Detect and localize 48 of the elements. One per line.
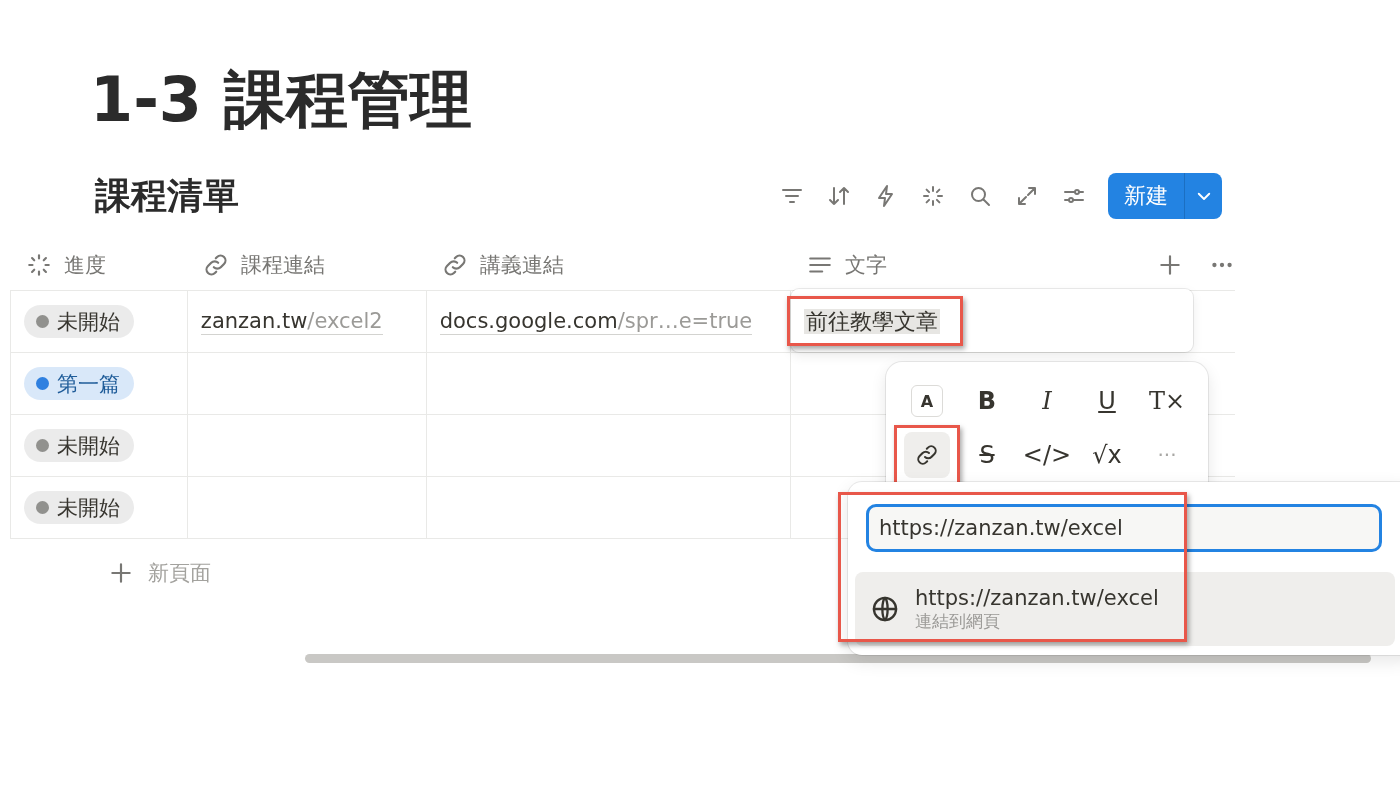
column-header[interactable]: 進度 [10, 240, 187, 290]
horizontal-scrollbar[interactable] [305, 654, 1371, 663]
search-icon[interactable] [968, 184, 992, 208]
status-tag[interactable]: 未開始 [24, 491, 134, 524]
url-link[interactable]: docs.google.com/spr…e=true [439, 308, 753, 335]
url-input-field[interactable]: https://zanzan.tw/excel [866, 504, 1382, 552]
column-header[interactable]: 課程連結 [187, 240, 426, 290]
plus-icon[interactable] [1157, 252, 1183, 278]
suggestion-caption: 連結到網頁 [915, 609, 1001, 633]
selected-text: 前往教學文章 [804, 308, 940, 334]
plus-icon [108, 560, 134, 586]
link-suggestion[interactable]: https://zanzan.tw/excel 連結到網頁 [855, 572, 1395, 646]
globe-icon [871, 595, 899, 623]
link-icon [203, 252, 229, 278]
text-color-button[interactable]: A [911, 385, 943, 417]
link-icon [442, 252, 468, 278]
status-icon [26, 252, 52, 278]
code-button[interactable]: </> [1024, 432, 1070, 478]
italic-button[interactable]: I [1024, 378, 1070, 424]
new-button-group[interactable]: 新建 [1108, 173, 1222, 219]
column-header[interactable]: 文字 [791, 240, 1235, 290]
status-tag[interactable]: 未開始 [24, 429, 134, 462]
link-icon [915, 443, 939, 467]
status-tag[interactable]: 未開始 [24, 305, 134, 338]
column-label: 進度 [64, 252, 106, 279]
equation-button[interactable]: √x [1084, 432, 1130, 478]
url-link[interactable]: zanzan.tw/excel2 [200, 308, 383, 335]
bold-button[interactable]: B [964, 378, 1010, 424]
status-label: 未開始 [57, 308, 120, 336]
underline-button[interactable]: U [1084, 378, 1130, 424]
expand-icon[interactable] [1015, 184, 1039, 208]
column-header[interactable]: 講義連結 [426, 240, 791, 290]
status-tag[interactable]: 第一篇 [24, 367, 134, 400]
column-label: 課程連結 [241, 252, 325, 279]
column-label: 講義連結 [480, 252, 564, 279]
status-label: 第一篇 [57, 370, 120, 398]
link-button[interactable] [904, 432, 950, 478]
page-title: 1-3 課程管理 [90, 62, 472, 138]
strikethrough-button[interactable]: S [964, 432, 1010, 478]
status-label: 未開始 [57, 432, 120, 460]
clear-format-button[interactable]: T× [1144, 378, 1190, 424]
status-label: 未開始 [57, 494, 120, 522]
new-button[interactable]: 新建 [1108, 173, 1184, 219]
suggestion-url: https://zanzan.tw/excel [915, 585, 1159, 610]
database-title: 課程清單 [95, 173, 239, 218]
column-label: 文字 [845, 252, 887, 279]
sparkle-icon[interactable] [921, 184, 945, 208]
sort-icon[interactable] [827, 184, 851, 208]
